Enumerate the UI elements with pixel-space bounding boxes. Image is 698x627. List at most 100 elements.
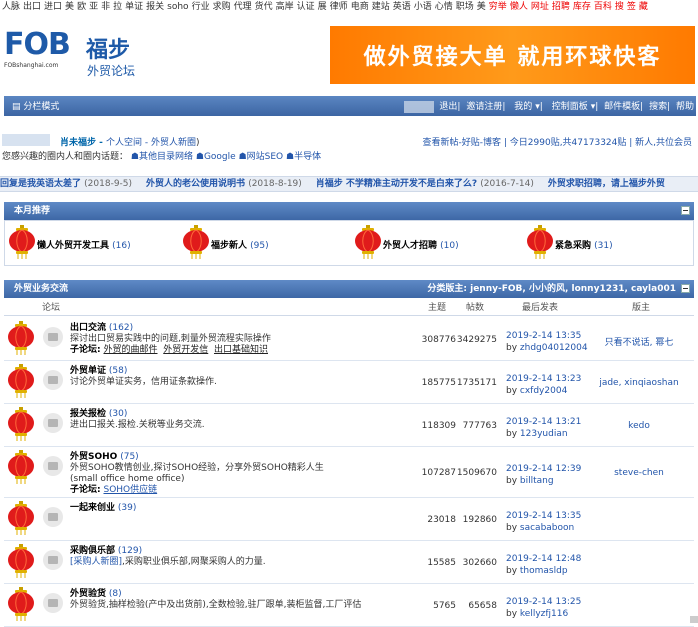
last-post-author[interactable]: thomasldp (520, 566, 568, 576)
topnav-link[interactable]: 代理 (234, 2, 252, 12)
nav-mine[interactable]: 我的 ▾ (511, 102, 540, 112)
topnav-link[interactable]: 懒人 (510, 2, 528, 12)
last-post-date[interactable]: 2019-2-14 13:35 (506, 510, 581, 522)
forum-posts: 192860 (462, 515, 497, 525)
topnav-link[interactable]: 心情 (435, 2, 453, 12)
last-post-author[interactable]: billtang (520, 476, 554, 486)
topnav-link[interactable]: 报关 (146, 2, 164, 12)
view-mode-toggle[interactable]: ▤ 分栏模式 (12, 99, 59, 112)
circle-link[interactable]: ☗其他目录网络 (131, 152, 193, 162)
topnav-link[interactable]: 穷举 (489, 2, 507, 12)
collapse-icon[interactable] (681, 206, 690, 215)
forum-name[interactable]: 外贸验货 (70, 589, 106, 599)
last-post-date[interactable]: 2019-2-14 12:48 (506, 553, 581, 565)
topnav-link[interactable]: 律师 (330, 2, 348, 12)
subforum-link[interactable]: 出口基础知识 (214, 345, 268, 355)
last-post-date[interactable]: 2019-2-14 13:21 (506, 416, 581, 428)
topnav-link[interactable]: 电商 (351, 2, 369, 12)
user-space-link[interactable]: 个人空间 - 外贸人新圈 (106, 138, 196, 148)
collapse-icon[interactable] (681, 284, 690, 293)
nav-mail-templates[interactable]: 邮件模板 (604, 102, 640, 112)
forum-info: 外贸SOHO (75) 外贸SOHO教情创业,探讨SOHO经验，分享外贸SOHO精… (70, 452, 324, 496)
topnav-link[interactable]: 招聘 (552, 2, 570, 12)
forum-name[interactable]: 外贸单证 (70, 366, 106, 376)
nav-control-panel[interactable]: 控制面板 ▾ (549, 102, 596, 112)
ticker-item[interactable]: 外贸人的老公使用说明书 (2018-8-19) (146, 179, 302, 189)
last-post-author[interactable]: kellyzfj116 (520, 609, 568, 619)
topnav-link[interactable]: 藏 (639, 2, 648, 12)
last-post-date[interactable]: 2019-2-14 12:39 (506, 463, 581, 475)
topnav-link[interactable]: 出口 (23, 2, 41, 12)
topnav-link[interactable]: 美 (477, 2, 486, 12)
forum-moderator[interactable]: jade, xinqiaoshan (584, 378, 694, 388)
last-post-author[interactable]: zhdg04012004 (520, 343, 588, 353)
topnav-link[interactable]: 拉 (113, 2, 122, 12)
topnav-link[interactable]: 欧 (77, 2, 86, 12)
topnav-link[interactable]: 搜 (615, 2, 624, 12)
topnav-link[interactable]: 进口 (44, 2, 62, 12)
last-post-date[interactable]: 2019-2-14 13:25 (506, 596, 581, 608)
forum-name[interactable]: 采购俱乐部 (70, 546, 115, 556)
ad-banner-text: 做外贸接大单 就用环球快客 (363, 45, 662, 70)
forum-stats[interactable]: 查看新帖-好贴-博客 | 今日2990贴,共47173324贴 | 新人,共位会… (423, 135, 692, 148)
topnav-link[interactable]: 小语 (414, 2, 432, 12)
topnav-link[interactable]: 展 (318, 2, 327, 12)
inspect-icon (43, 593, 63, 613)
forum-row: 外贸单证 (58) 讨论外贸单证实务，信用证条款操作. 185775 1735171 2… (4, 361, 694, 404)
nav-search[interactable]: 搜索 (649, 102, 667, 112)
nav-help[interactable]: 帮助 (676, 102, 694, 112)
username-blurred[interactable] (403, 100, 434, 113)
circle-link[interactable]: ☗半导体 (286, 152, 321, 162)
site-logo[interactable]: FOB FOBshanghai.com (4, 28, 82, 78)
forum-moderator[interactable]: 只看不说话, 幂七 (584, 335, 694, 348)
ticker-item[interactable]: 回复是我英语太差了 (2018-9-5) (0, 179, 132, 189)
topnav-link[interactable]: 英语 (393, 2, 411, 12)
nav-logout[interactable]: 退出 (439, 102, 457, 112)
topnav-link[interactable]: 认证 (297, 2, 315, 12)
view-mode-label: 分栏模式 (23, 102, 60, 112)
forum-posts: 65658 (468, 601, 497, 611)
forum-posts: 777763 (462, 421, 497, 431)
topnav-link[interactable]: 亚 (89, 2, 98, 12)
last-post-author[interactable]: 123yudian (520, 429, 568, 439)
forum-name[interactable]: 外贸SOHO (70, 452, 117, 462)
topnav-link[interactable]: 百科 (594, 2, 612, 12)
ticker-item[interactable]: 外贸求职招聘，请上福步外贸 (548, 179, 665, 189)
ticker-item[interactable]: 肖福步 不学精准主动开发不是白来了么? (2016-7-14) (316, 179, 534, 189)
last-post-date[interactable]: 2019-2-14 13:35 (506, 330, 588, 342)
topnav-link[interactable]: 签 (627, 2, 636, 12)
last-post-author[interactable]: cxfdy2004 (520, 386, 567, 396)
ad-banner[interactable]: 做外贸接大单 就用环球快客 (330, 26, 695, 84)
topnav-link[interactable]: 高岸 (276, 2, 294, 12)
topnav-link[interactable]: 美 (65, 2, 74, 12)
topnav-link[interactable]: 货代 (255, 2, 273, 12)
topnav-link[interactable]: soho (167, 2, 188, 12)
forum-desc-link[interactable]: [采购人新圈] (70, 557, 122, 567)
subforum-link[interactable]: 外贸开发信 (163, 345, 208, 355)
last-post-date[interactable]: 2019-2-14 13:23 (506, 373, 581, 385)
topnav-link[interactable]: 单证 (125, 2, 143, 12)
topnav-link[interactable]: 职场 (456, 2, 474, 12)
scrollbar[interactable] (690, 616, 698, 623)
subforum-link[interactable]: 外贸的曲邮件 (103, 345, 157, 355)
forum-name[interactable]: 报关报检 (70, 409, 106, 419)
circle-link[interactable]: ☗网站SEO (239, 152, 284, 162)
topnav-link[interactable]: 求购 (213, 2, 231, 12)
forum-moderator[interactable]: kedo (584, 421, 694, 431)
section-moderators[interactable]: 分类版主: jenny-FOB, 小小的风, lonny1231, cayla0… (427, 280, 676, 298)
topnav-link[interactable]: 库存 (573, 2, 591, 12)
forum-name[interactable]: 一起来创业 (70, 503, 115, 513)
topnav-link[interactable]: 建站 (372, 2, 390, 12)
forum-desc: 外贸验货,抽样检验(产中及出货前),全数检验,驻厂跟单,装柜监督,工厂评估 (70, 600, 362, 610)
topnav-link[interactable]: 非 (101, 2, 110, 12)
nav-invite[interactable]: 邀请注册 (466, 102, 502, 112)
forum-moderator[interactable]: steve-chen (584, 468, 694, 478)
logo-cn-subtitle: 外贸论坛 (87, 64, 136, 78)
circle-link[interactable]: ☗Google (196, 152, 236, 162)
last-post-author[interactable]: sacababoon (520, 523, 574, 533)
subforum-link[interactable]: SOHO供应链 (103, 485, 157, 495)
topnav-link[interactable]: 行业 (192, 2, 210, 12)
topnav-link[interactable]: 人脉 (2, 2, 20, 12)
topnav-link[interactable]: 网址 (531, 2, 549, 12)
forum-name[interactable]: 出口交流 (70, 323, 106, 333)
